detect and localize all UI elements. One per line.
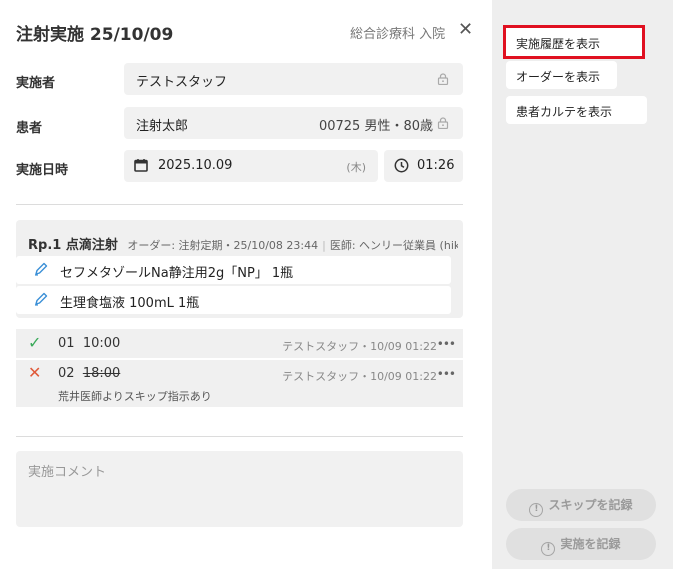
separator: | — [322, 239, 326, 252]
patient-name: 注射太郎 — [136, 119, 189, 134]
date-value: 2025.10.09 — [158, 158, 233, 173]
comment-placeholder: 実施コメント — [28, 465, 107, 480]
show-history-button[interactable]: 実施履歴を表示 — [503, 25, 645, 59]
more-icon[interactable]: ••• — [437, 337, 456, 351]
calendar-icon — [134, 158, 148, 172]
patient-label: 患者 — [16, 121, 43, 136]
show-chart-button[interactable]: 患者カルテを表示 — [506, 96, 647, 124]
date-field[interactable]: 2025.10.09 (木) — [124, 150, 378, 182]
lock-icon — [437, 73, 449, 85]
patient-info: 00725 男性・80歳 — [318, 119, 433, 134]
execution-by: テストスタッフ・10/09 01:22 — [282, 340, 437, 353]
check-icon: ✓ — [28, 333, 42, 352]
department-label: 総合診療科 入院 — [350, 27, 446, 42]
drug-name: セフメタゾールNa静注用2g「NP」 1瓶 — [60, 266, 294, 281]
more-icon[interactable]: ••• — [437, 367, 456, 381]
doctor-info: 医師: ヘンリー従業員 (hikari.c — [329, 239, 458, 252]
execution-number: 02 18:00 — [58, 366, 121, 381]
executor-field: テストスタッフ — [124, 63, 463, 95]
warning-icon: ! — [529, 503, 544, 517]
execution-by: テストスタッフ・10/09 01:22 — [282, 370, 437, 383]
time-field[interactable]: 01:26 — [384, 150, 463, 182]
pen-icon — [34, 262, 48, 276]
executor-value: テストスタッフ — [136, 75, 228, 90]
drug-row: セフメタゾールNa静注用2g「NP」 1瓶 — [16, 256, 451, 284]
lock-icon — [437, 117, 449, 129]
drug-name: 生理食塩液 100mL 1瓶 — [60, 296, 200, 311]
time-value: 01:26 — [417, 158, 455, 173]
skip-note: 荒井医師よりスキップ指示あり — [58, 390, 212, 403]
comment-field[interactable]: 実施コメント — [16, 451, 463, 527]
divider — [16, 436, 463, 437]
cross-icon: ✕ — [28, 363, 42, 382]
datetime-label: 実施日時 — [16, 163, 69, 178]
execution-row[interactable]: ✓ 01 10:00 テストスタッフ・10/09 01:22 ••• — [16, 329, 463, 358]
weekday-value: (木) — [346, 161, 366, 174]
record-skip-label: スキップを記録 — [548, 498, 633, 512]
clock-icon — [394, 158, 409, 173]
order-info: オーダー: 注射定期・25/10/08 23:44 — [127, 239, 319, 252]
record-execution-button[interactable]: ! 実施を記録 — [506, 528, 656, 560]
patient-field: 注射太郎 00725 男性・80歳 — [124, 107, 463, 139]
warning-icon: ! — [541, 542, 556, 556]
prescription-header: Rp.1 点滴注射 オーダー: 注射定期・25/10/08 23:44 | 医師: … — [28, 234, 458, 253]
drug-row: 生理食塩液 100mL 1瓶 — [16, 286, 451, 314]
rp-title: Rp.1 点滴注射 — [28, 238, 118, 253]
record-skip-button[interactable]: ! スキップを記録 — [506, 489, 656, 521]
execution-row[interactable]: ✕ 02 18:00 テストスタッフ・10/09 01:22 ••• 荒井医師よ… — [16, 360, 463, 407]
execution-number: 01 10:00 — [58, 336, 121, 351]
injection-record-panel: 注射実施 25/10/09 総合診療科 入院 ✕ 実施者 テストスタッフ 患者 … — [0, 0, 478, 569]
executor-label: 実施者 — [16, 76, 56, 91]
page-title: 注射実施 25/10/09 — [16, 25, 174, 45]
divider — [16, 204, 463, 205]
record-execution-label: 実施を記録 — [560, 537, 621, 551]
show-order-button[interactable]: オーダーを表示 — [506, 61, 617, 89]
close-icon[interactable]: ✕ — [458, 19, 473, 40]
pen-icon — [34, 292, 48, 306]
